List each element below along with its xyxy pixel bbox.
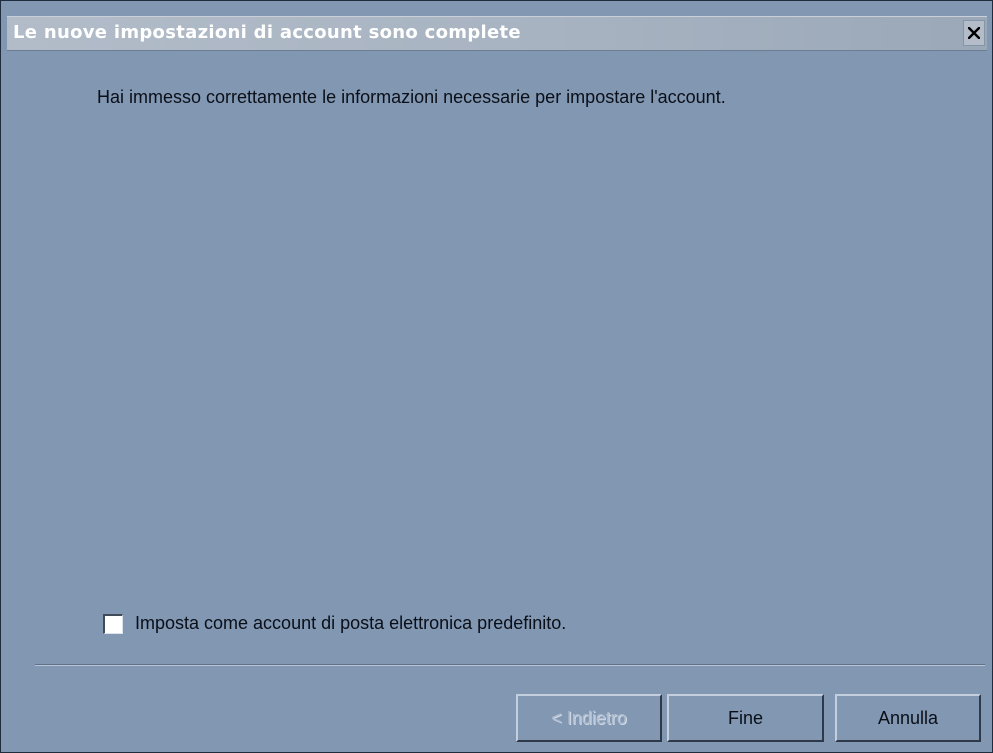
completion-message: Hai immesso correttamente le informazion… [97,87,726,107]
setup-wizard-window: Le nuove impostazioni di account sono co… [0,0,993,753]
back-button[interactable]: < Indietro [516,694,662,742]
default-account-checkbox[interactable] [103,613,123,634]
close-button[interactable] [963,20,985,46]
close-icon [968,27,980,39]
default-account-option[interactable]: Imposta come account di posta elettronic… [103,613,566,634]
separator-line [35,664,985,666]
title-bar: Le nuove impostazioni di account sono co… [7,16,987,51]
finish-button[interactable]: Fine [667,694,824,742]
window-title: Le nuove impostazioni di account sono co… [13,22,521,43]
cancel-button[interactable]: Annulla [835,694,981,742]
default-account-label[interactable]: Imposta come account di posta elettronic… [135,613,566,634]
